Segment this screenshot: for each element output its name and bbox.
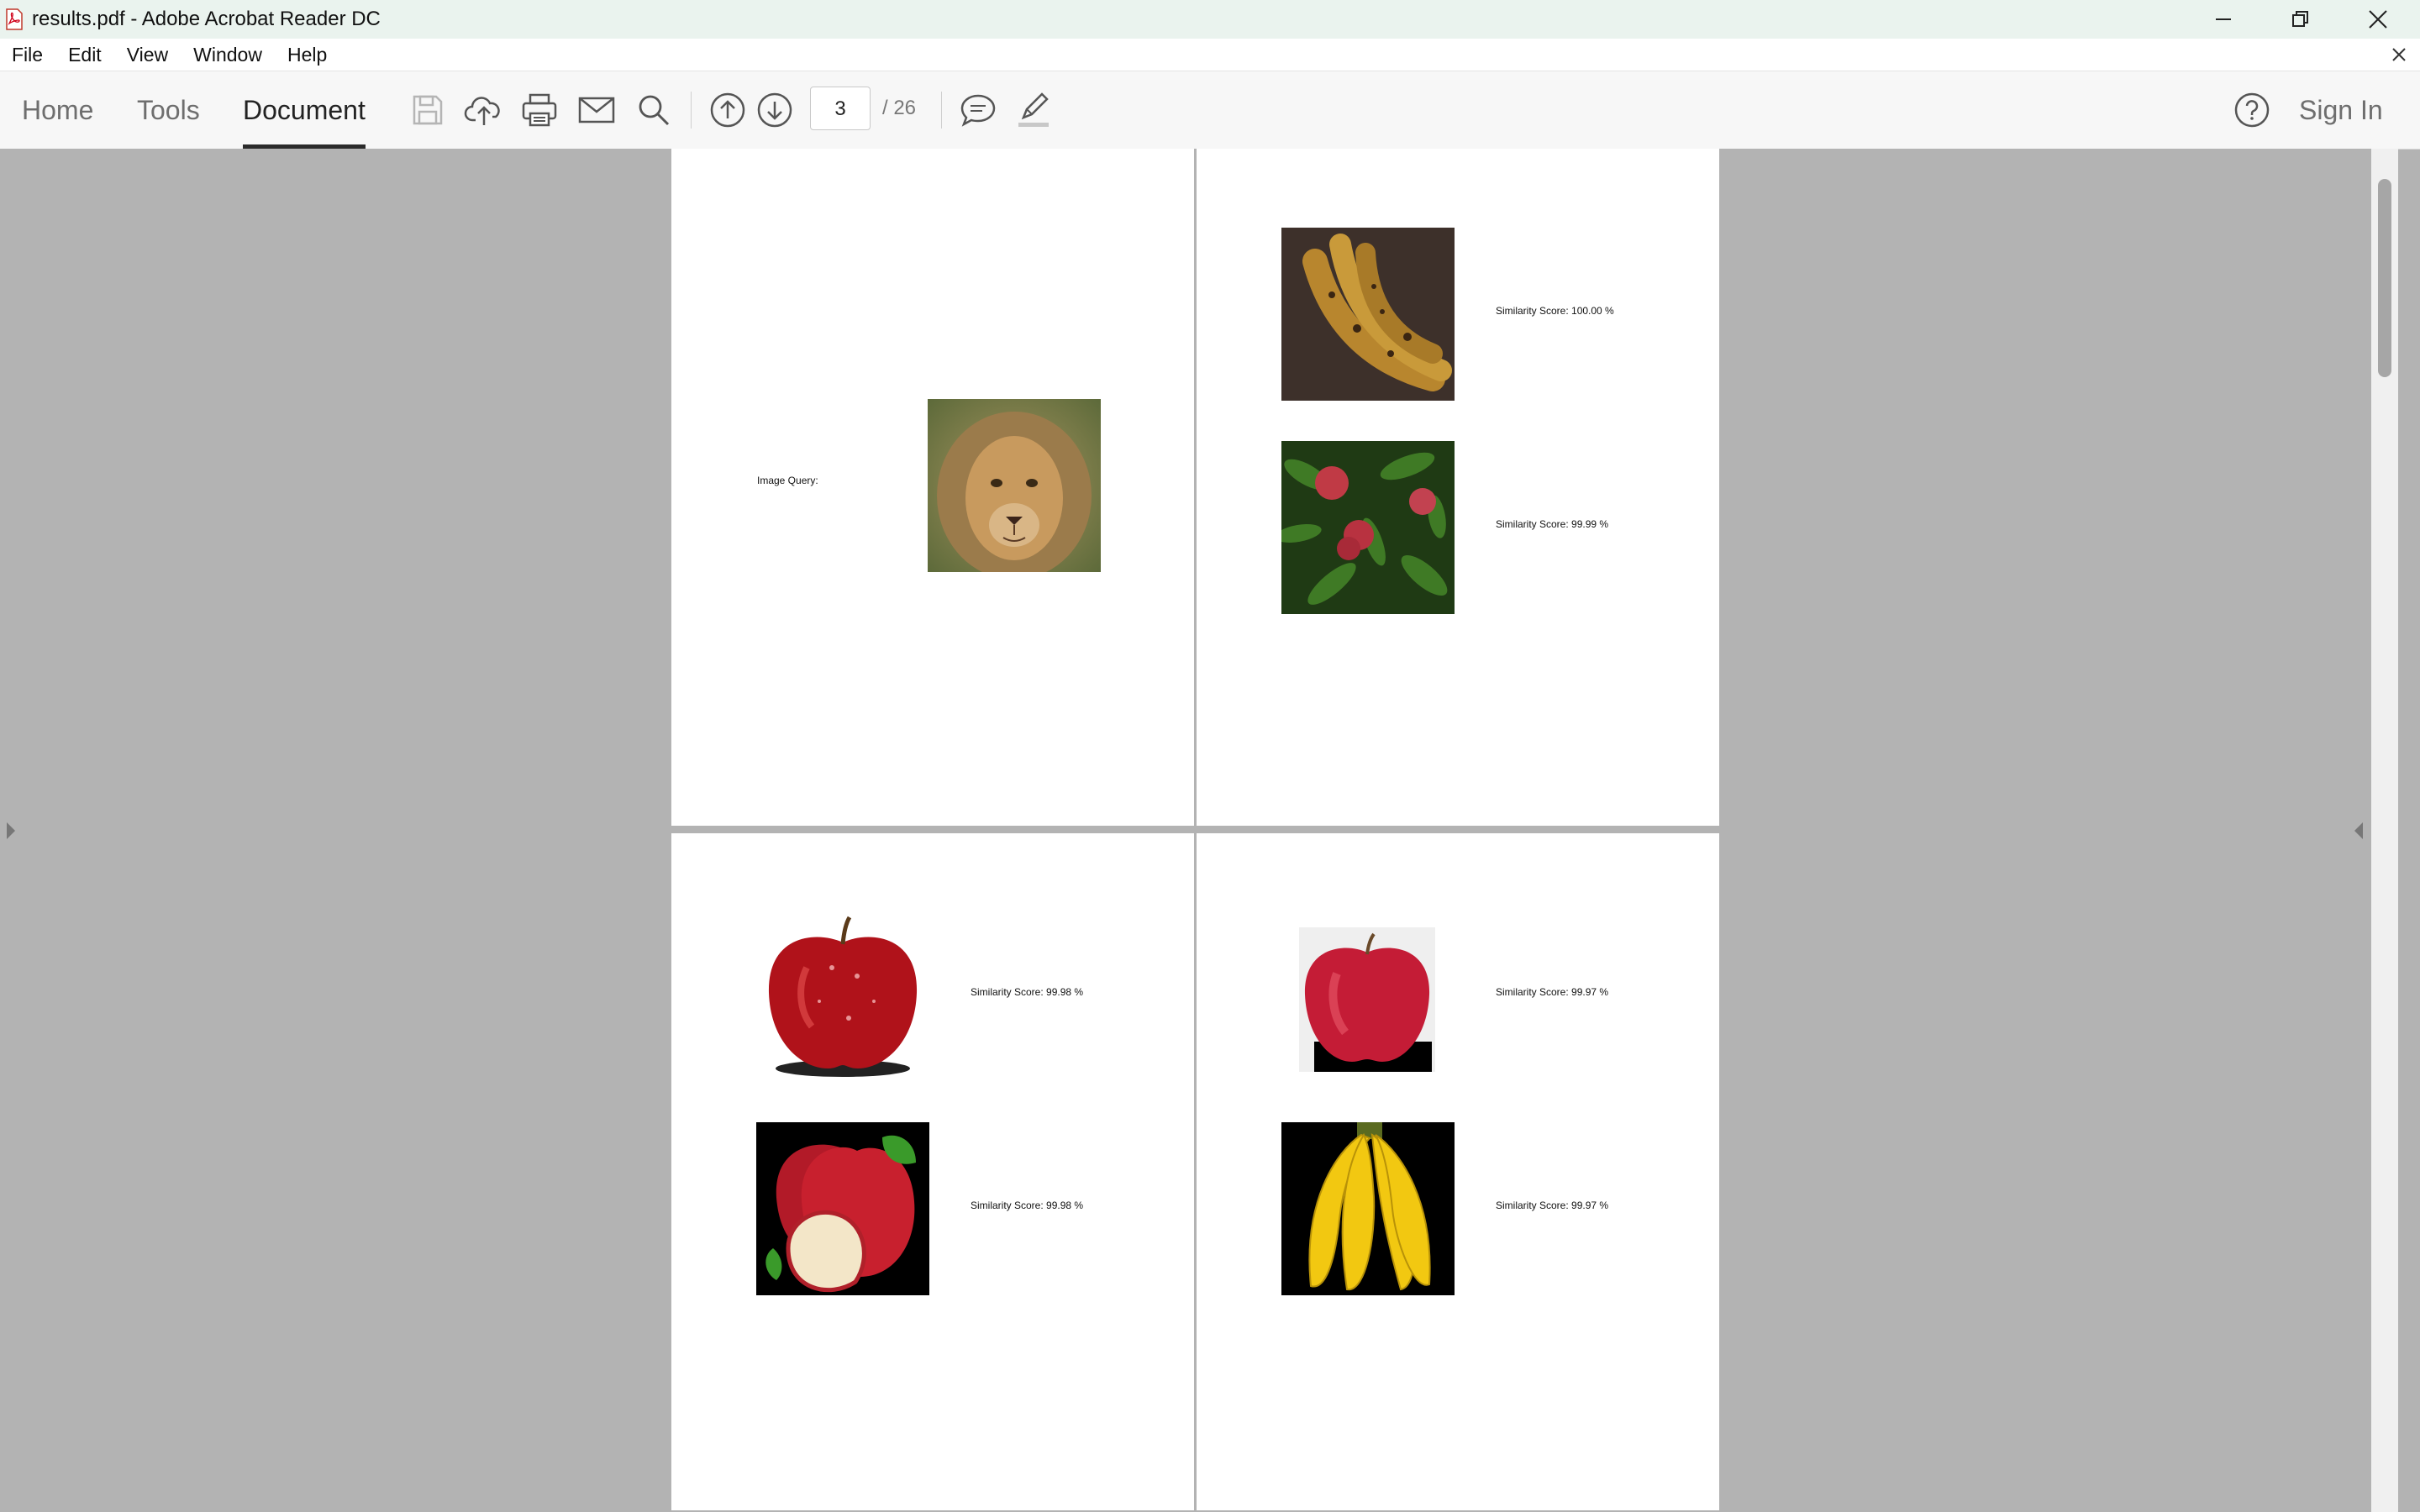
vertical-scrollbar[interactable]: [2371, 149, 2398, 1512]
menu-window[interactable]: Window: [183, 44, 272, 66]
image-query-label: Image Query:: [757, 475, 818, 486]
window-title: results.pdf - Adobe Acrobat Reader DC: [32, 8, 381, 30]
close-window-button[interactable]: [2339, 0, 2417, 39]
left-panel-toggle-icon[interactable]: [5, 821, 17, 845]
menu-edit[interactable]: Edit: [58, 44, 112, 66]
yellow-bananas-image: [1281, 1122, 1455, 1295]
print-icon[interactable]: [518, 88, 561, 132]
similarity-score: Similarity Score: 99.98 %: [971, 986, 1084, 998]
email-icon[interactable]: [575, 88, 618, 132]
menu-bar: File Edit View Window Help: [0, 39, 2420, 71]
red-apple-image: [1299, 927, 1435, 1072]
help-icon[interactable]: [2230, 88, 2274, 132]
menu-help[interactable]: Help: [277, 44, 337, 66]
search-icon[interactable]: [632, 88, 676, 132]
similarity-score: Similarity Score: 100.00 %: [1496, 305, 1614, 317]
title-bar: results.pdf - Adobe Acrobat Reader DC: [0, 0, 2420, 39]
lion-image: [928, 399, 1101, 572]
save-icon[interactable]: [406, 88, 450, 132]
menu-view[interactable]: View: [117, 44, 178, 66]
pdf-page: Similarity Score: 99.97 % Similarity Sco…: [1197, 833, 1719, 1510]
similarity-score: Similarity Score: 99.97 %: [1496, 986, 1609, 998]
pdf-page: Similarity Score: 99.98 % Similarity Sco…: [671, 833, 1194, 1510]
similarity-score: Similarity Score: 99.99 %: [1496, 518, 1609, 530]
pdf-page: Similarity Score: 100.00 % Similarity Sc…: [1197, 149, 1719, 826]
apples-on-tree-image: [1281, 441, 1455, 614]
tab-tools[interactable]: Tools: [137, 71, 200, 149]
scrollbar-thumb[interactable]: [2378, 179, 2391, 377]
close-document-icon[interactable]: [2386, 42, 2412, 67]
similarity-score: Similarity Score: 99.98 %: [971, 1200, 1084, 1211]
page-down-icon[interactable]: [753, 88, 797, 132]
tab-document[interactable]: Document: [243, 71, 366, 149]
page-total: / 26: [882, 97, 917, 119]
cloud-upload-icon[interactable]: [462, 88, 506, 132]
page-up-icon[interactable]: [706, 88, 750, 132]
toolbar-separator: [691, 92, 692, 129]
page-number-input[interactable]: 3: [810, 87, 871, 130]
red-apple-drops-image: [756, 909, 929, 1082]
document-view[interactable]: Image Query: Similarity Score: 100.00 % …: [0, 149, 2371, 1512]
sign-in-link[interactable]: Sign In: [2299, 71, 2383, 149]
highlight-pen-icon[interactable]: [1012, 88, 1055, 132]
similarity-score: Similarity Score: 99.97 %: [1496, 1200, 1609, 1211]
tab-home[interactable]: Home: [22, 71, 93, 149]
acrobat-pdf-icon: [5, 8, 24, 30]
apples-with-slice-image: [756, 1122, 929, 1295]
pdf-page: Image Query:: [671, 149, 1194, 826]
toolbar: Home Tools Document 3 / 26 Sign In: [0, 71, 2420, 150]
minimize-button[interactable]: [2185, 0, 2262, 39]
restore-button[interactable]: [2262, 0, 2339, 39]
menu-file[interactable]: File: [0, 44, 53, 66]
right-panel-toggle-icon[interactable]: [2353, 821, 2365, 845]
toolbar-separator: [941, 92, 942, 129]
comment-icon[interactable]: [956, 88, 1000, 132]
brown-bananas-image: [1281, 228, 1455, 401]
